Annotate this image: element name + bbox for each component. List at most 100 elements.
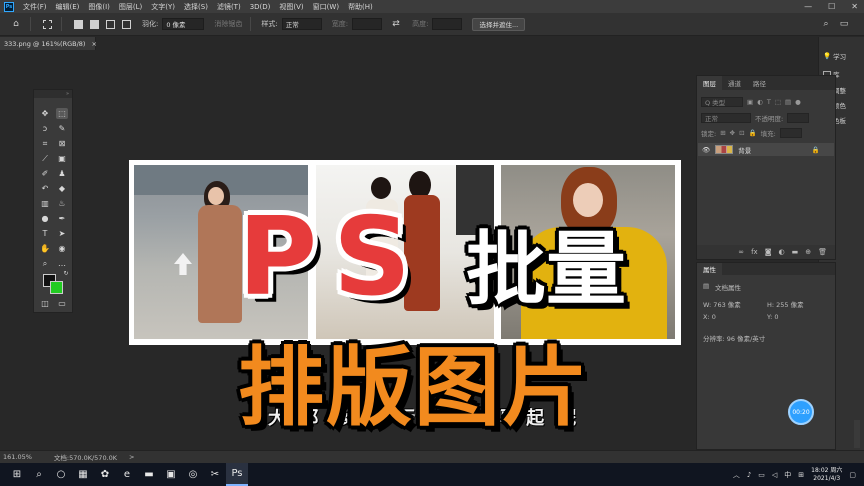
workspace-icon[interactable]: ▭ <box>838 18 850 30</box>
select-and-mask-button[interactable]: 选择并遮住... <box>472 17 526 31</box>
volume-icon[interactable]: ◁ <box>772 471 777 479</box>
filter-smart-icon[interactable]: ▤ <box>785 98 791 106</box>
new-selection-icon[interactable] <box>72 18 84 30</box>
add-mask-icon[interactable]: ◙ <box>765 248 772 256</box>
healing-tool-icon[interactable]: ▣ <box>56 153 68 164</box>
marquee-preset-icon[interactable] <box>41 18 53 30</box>
filter-pixel-icon[interactable]: ▣ <box>747 98 753 106</box>
home-icon[interactable]: ⌂ <box>10 18 22 30</box>
history-brush-icon[interactable]: ↶ <box>39 183 51 194</box>
height-value[interactable]: H: 255 像素 <box>767 299 804 309</box>
pen-tool-icon[interactable]: ✒ <box>56 213 68 224</box>
lasso-tool-icon[interactable]: ↄ <box>39 123 51 134</box>
eraser-tool-icon[interactable]: ◆ <box>56 183 68 194</box>
app-fan-icon[interactable]: ✿ <box>94 463 116 486</box>
scrollbar[interactable] <box>854 420 860 448</box>
taskbar-clock[interactable]: 18:02 周六 2021/4/3 <box>811 467 842 483</box>
layer-row-background[interactable]: 👁 背景 🔒 <box>698 143 834 156</box>
tab-properties[interactable]: 属性 <box>697 263 722 275</box>
maximize-button[interactable]: ☐ <box>828 2 835 11</box>
filter-toggle-icon[interactable]: ● <box>795 98 801 106</box>
windows-start-icon[interactable]: ⊞ <box>6 463 28 486</box>
task-manager-icon[interactable]: ▦ <box>72 463 94 486</box>
stamp-tool-icon[interactable]: ♟ <box>56 168 68 179</box>
screen-mode-icon[interactable]: ▭ <box>56 298 68 309</box>
menu-help[interactable]: 帮助(H) <box>348 2 373 12</box>
quick-mask-icon[interactable]: ◫ <box>39 298 51 309</box>
minimize-button[interactable]: — <box>804 2 812 11</box>
filter-type-icon[interactable]: T <box>767 98 771 106</box>
new-layer-icon[interactable]: ⊕ <box>805 248 811 256</box>
x-value[interactable]: X: 0 <box>703 313 716 321</box>
style-select[interactable]: 正常 <box>281 18 322 30</box>
antialias-checkbox[interactable]: 消除锯齿 <box>214 19 242 29</box>
search-icon[interactable]: ⌕ <box>820 18 832 30</box>
width-input[interactable] <box>352 18 383 30</box>
dodge-tool-icon[interactable]: ● <box>39 213 51 224</box>
background-color-swatch[interactable] <box>50 281 63 294</box>
filter-adjust-icon[interactable]: ◐ <box>757 98 763 106</box>
lock-artboard-icon[interactable]: ⊡ <box>739 129 744 137</box>
feather-input[interactable]: 0 像素 <box>162 18 205 30</box>
blur-tool-icon[interactable]: ♨ <box>56 198 68 209</box>
frame-tool-icon[interactable]: ⊠ <box>56 138 68 149</box>
menu-type[interactable]: 文字(Y) <box>151 2 175 12</box>
zoom-tool-icon[interactable]: ⌕ <box>39 258 51 269</box>
shape-tool-icon[interactable]: ✋ <box>39 243 51 254</box>
link-layers-icon[interactable]: ∞ <box>738 248 744 256</box>
ime-indicator[interactable]: 中 <box>784 470 791 480</box>
file-explorer-icon[interactable]: ▬ <box>138 463 160 486</box>
lock-pixels-icon[interactable]: ⊞ <box>720 129 725 137</box>
add-selection-icon[interactable] <box>88 18 100 30</box>
learn-panel-button[interactable]: 💡 学习 <box>823 51 846 61</box>
menu-edit[interactable]: 编辑(E) <box>56 2 80 12</box>
height-input[interactable] <box>432 18 463 30</box>
intersect-selection-icon[interactable] <box>120 18 132 30</box>
input-mode-icon[interactable]: ⊞ <box>798 471 804 479</box>
close-button[interactable]: ✕ <box>851 2 858 11</box>
new-group-icon[interactable]: ▬ <box>792 248 799 256</box>
eyedropper-tool-icon[interactable]: ⟋ <box>39 153 51 164</box>
menu-file[interactable]: 文件(F) <box>23 2 47 12</box>
width-value[interactable]: W: 763 像素 <box>703 299 741 309</box>
y-value[interactable]: Y: 0 <box>767 313 779 321</box>
swap-colors-icon[interactable]: ↻ <box>60 268 72 279</box>
tab-paths[interactable]: 路径 <box>747 76 772 90</box>
crop-tool-icon[interactable]: ⌗ <box>39 138 51 149</box>
timer-badge[interactable]: 00:20 <box>788 399 814 425</box>
speaker-icon[interactable]: ♪ <box>747 471 751 479</box>
type-tool-icon[interactable]: T <box>39 228 51 239</box>
edge-browser-icon[interactable]: e <box>116 463 138 486</box>
menu-filter[interactable]: 滤镜(T) <box>217 2 241 12</box>
store-icon[interactable]: ▣ <box>160 463 182 486</box>
marquee-tool-icon[interactable]: ⬚ <box>56 108 68 119</box>
tab-channels[interactable]: 通道 <box>722 76 747 90</box>
quick-select-tool-icon[interactable]: ✎ <box>56 123 68 134</box>
fill-input[interactable] <box>779 128 802 138</box>
menu-view[interactable]: 视图(V) <box>279 2 303 12</box>
menu-select[interactable]: 选择(S) <box>184 2 208 12</box>
menu-image[interactable]: 图像(I) <box>88 2 110 12</box>
browser-icon[interactable]: ◎ <box>182 463 204 486</box>
status-menu-arrow-icon[interactable]: > <box>129 453 134 461</box>
menu-layer[interactable]: 图层(L) <box>119 2 142 12</box>
delete-layer-icon[interactable]: 🗑 <box>818 248 827 256</box>
blend-mode-select[interactable]: 正常 <box>701 113 751 123</box>
filter-shape-icon[interactable]: ⬚ <box>775 98 781 106</box>
lock-all-icon[interactable]: 🔒 <box>749 129 757 137</box>
task-view-icon[interactable]: ○ <box>50 463 72 486</box>
tab-close-icon[interactable]: × <box>91 40 96 48</box>
zoom-level[interactable]: 161.05% <box>3 453 32 461</box>
path-select-tool-icon[interactable]: ➤ <box>56 228 68 239</box>
menu-3d[interactable]: 3D(D) <box>250 3 271 11</box>
tab-layers[interactable]: 图层 <box>697 76 722 90</box>
taskbar-search-icon[interactable]: ⌕ <box>28 463 50 486</box>
adjustment-layer-icon[interactable]: ◐ <box>779 248 785 256</box>
swap-icon[interactable]: ⇄ <box>390 18 402 30</box>
opacity-input[interactable] <box>787 113 810 123</box>
layer-style-icon[interactable]: fx <box>751 248 758 256</box>
layer-search-input[interactable]: Q 类型 <box>701 97 743 107</box>
capcut-icon[interactable]: ✂ <box>204 463 226 486</box>
lock-position-icon[interactable]: ✥ <box>730 129 735 137</box>
subtract-selection-icon[interactable] <box>104 18 116 30</box>
